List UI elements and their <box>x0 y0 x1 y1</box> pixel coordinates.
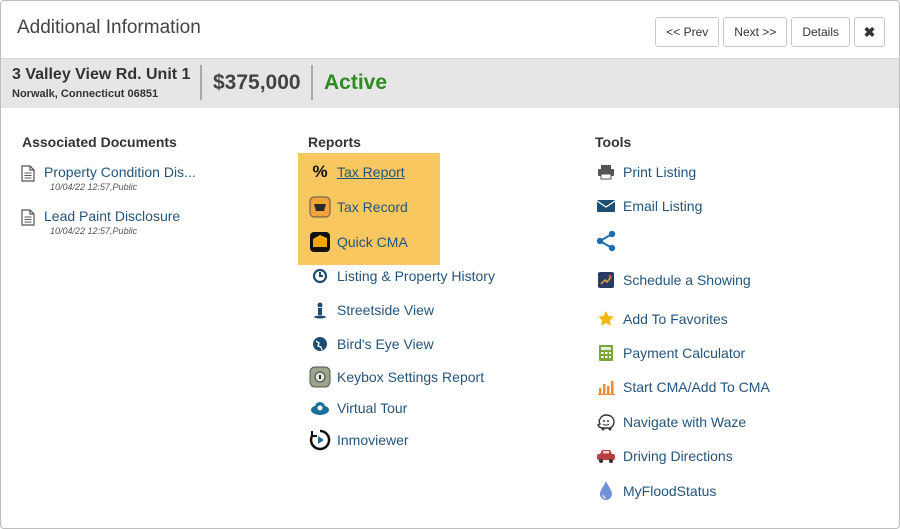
close-button[interactable]: ✖ <box>854 17 885 47</box>
divider <box>200 65 202 100</box>
tool-email-listing[interactable]: Email Listing <box>595 195 702 217</box>
divider <box>311 65 313 100</box>
address-line2: Norwalk, Connecticut 06851 <box>12 88 159 100</box>
share-icon <box>595 230 617 252</box>
listing-summary-bar: 3 Valley View Rd. Unit 1 Norwalk, Connec… <box>1 58 899 108</box>
report-birds-eye-view[interactable]: Bird's Eye View <box>309 333 434 355</box>
bar-chart-icon <box>595 376 617 398</box>
tool-label[interactable]: Navigate with Waze <box>623 414 746 430</box>
tool-driving-directions[interactable]: Driving Directions <box>595 445 733 467</box>
tool-start-cma[interactable]: Start CMA/Add To CMA <box>595 376 770 398</box>
report-quick-cma[interactable]: Quick CMA <box>309 231 408 253</box>
report-label[interactable]: Quick CMA <box>337 234 408 250</box>
report-listing-history[interactable]: Listing & Property History <box>309 265 495 287</box>
quick-cma-icon <box>309 231 331 253</box>
dialog-title: Additional Information <box>17 17 201 38</box>
address-line1: 3 Valley View Rd. Unit 1 <box>12 66 191 83</box>
play-circle-icon <box>309 429 331 451</box>
document-link[interactable]: Lead Paint Disclosure <box>44 208 180 224</box>
prev-button[interactable]: << Prev <box>655 17 720 47</box>
tool-payment-calculator[interactable]: Payment Calculator <box>595 342 745 364</box>
tool-label[interactable]: Payment Calculator <box>623 345 745 361</box>
report-tax-report[interactable]: % Tax Report <box>309 161 405 183</box>
report-label[interactable]: Tax Record <box>337 199 408 215</box>
report-label[interactable]: Streetside View <box>337 302 434 318</box>
header-buttons: << Prev Next >> Details ✖ <box>655 17 885 47</box>
report-keybox-settings[interactable]: Keybox Settings Report <box>309 366 484 388</box>
next-button[interactable]: Next >> <box>723 17 788 47</box>
globe-icon <box>309 333 331 355</box>
tool-print-listing[interactable]: Print Listing <box>595 161 696 183</box>
document-link[interactable]: Property Condition Dis... <box>44 164 196 180</box>
tool-label[interactable]: Print Listing <box>623 164 696 180</box>
tool-label[interactable]: Email Listing <box>623 198 702 214</box>
report-label[interactable]: Tax Report <box>337 164 405 180</box>
listing-address: 3 Valley View Rd. Unit 1 Norwalk, Connec… <box>12 66 190 100</box>
tool-my-flood-status[interactable]: MyFloodStatus <box>595 480 716 502</box>
star-icon <box>595 308 617 330</box>
document-meta: 10/04/22 12:57,Public <box>50 182 138 192</box>
report-inmoviewer[interactable]: Inmoviewer <box>309 429 409 451</box>
report-streetside-view[interactable]: Streetside View <box>309 299 434 321</box>
dialog-header: Additional Information << Prev Next >> D… <box>1 1 899 59</box>
virtual-tour-icon <box>309 397 331 419</box>
report-label[interactable]: Keybox Settings Report <box>337 369 484 385</box>
tool-label[interactable]: Driving Directions <box>623 448 733 464</box>
reports-heading: Reports <box>308 134 361 150</box>
car-icon <box>595 445 617 467</box>
schedule-showing-icon <box>595 269 617 291</box>
additional-information-dialog: Additional Information << Prev Next >> D… <box>0 0 900 529</box>
history-icon <box>309 265 331 287</box>
document-item[interactable]: Property Condition Dis... 10/04/22 12:57… <box>21 164 196 192</box>
tool-label[interactable]: Start CMA/Add To CMA <box>623 379 770 395</box>
tool-label[interactable]: Schedule a Showing <box>623 272 751 288</box>
tool-schedule-showing[interactable]: Schedule a Showing <box>595 269 751 291</box>
report-virtual-tour[interactable]: Virtual Tour <box>309 397 407 419</box>
street-person-icon <box>309 299 331 321</box>
tool-add-to-favorites[interactable]: Add To Favorites <box>595 308 728 330</box>
tool-navigate-waze[interactable]: Navigate with Waze <box>595 411 746 433</box>
listing-price: $375,000 <box>213 71 301 94</box>
document-item[interactable]: Lead Paint Disclosure 10/04/22 12:57,Pub… <box>21 208 180 236</box>
calculator-icon <box>595 342 617 364</box>
printer-icon <box>595 161 617 183</box>
document-meta: 10/04/22 12:57,Public <box>50 226 138 236</box>
listing-status: Active <box>324 71 388 94</box>
report-label[interactable]: Virtual Tour <box>337 400 407 416</box>
tax-record-icon <box>309 196 331 218</box>
tool-label[interactable]: MyFloodStatus <box>623 483 716 499</box>
tool-share[interactable] <box>595 230 623 252</box>
water-drop-icon <box>595 480 617 502</box>
document-icon <box>21 209 35 231</box>
envelope-icon <box>595 195 617 217</box>
tool-label[interactable]: Add To Favorites <box>623 311 728 327</box>
report-label[interactable]: Listing & Property History <box>337 268 495 284</box>
report-label[interactable]: Bird's Eye View <box>337 336 434 352</box>
waze-icon <box>595 411 617 433</box>
percent-icon: % <box>312 162 328 181</box>
report-label[interactable]: Inmoviewer <box>337 432 409 448</box>
details-button[interactable]: Details <box>791 17 850 47</box>
associated-documents-heading: Associated Documents <box>22 134 177 150</box>
tools-heading: Tools <box>595 134 632 150</box>
keybox-icon <box>309 366 331 388</box>
document-icon <box>21 165 35 187</box>
report-tax-record[interactable]: Tax Record <box>309 196 408 218</box>
